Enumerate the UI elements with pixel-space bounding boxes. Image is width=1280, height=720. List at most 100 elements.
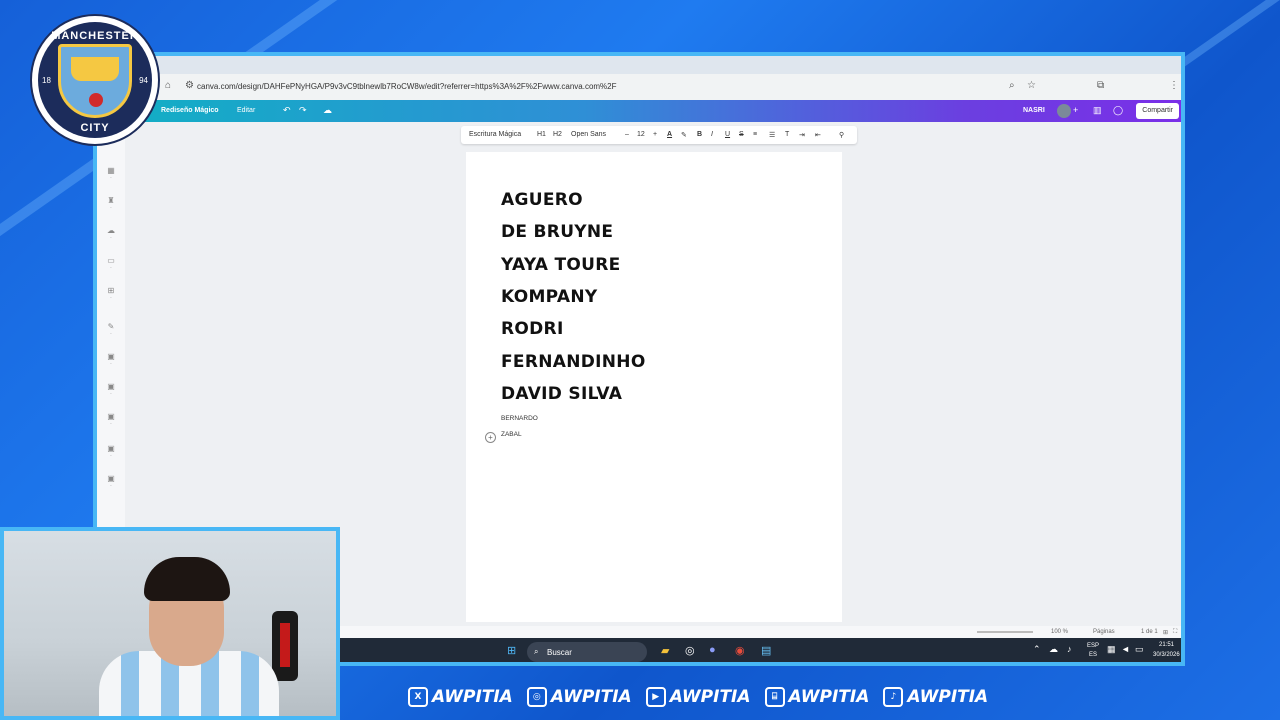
- doc-line[interactable]: FERNANDINHO: [501, 352, 646, 372]
- menu-icon[interactable]: ⋮: [1169, 80, 1179, 91]
- x-icon: X: [408, 687, 428, 707]
- doc-line[interactable]: KOMPANY: [501, 287, 597, 307]
- strikethrough-icon[interactable]: S: [739, 131, 744, 138]
- manchester-city-badge-logo: MANCHESTER 18 94 CITY: [30, 14, 160, 146]
- microphone-light: [280, 623, 290, 667]
- taskbar-search[interactable]: ⌕ Buscar: [527, 642, 647, 662]
- document-page[interactable]: AGUERO DE BRUYNE YAYA TOURE KOMPANY RODR…: [466, 152, 842, 622]
- doc-small-line[interactable]: ZABAL: [501, 431, 522, 438]
- twitch-icon: ⌸: [764, 687, 785, 707]
- language-indicator[interactable]: ESP: [1087, 643, 1099, 649]
- outdent-icon[interactable]: ⇤: [815, 131, 821, 139]
- doc-line[interactable]: YAYA TOURE: [501, 255, 621, 275]
- badge-shield: [58, 44, 132, 118]
- bold-icon[interactable]: B: [697, 131, 702, 138]
- instagram-icon: ◎: [526, 687, 547, 707]
- add-block-icon[interactable]: +: [485, 432, 496, 443]
- zoom-slider[interactable]: [977, 631, 1033, 633]
- redo-icon[interactable]: ↷: [299, 105, 307, 116]
- cloud-save-icon[interactable]: ☁: [323, 105, 332, 116]
- chrome-icon[interactable]: ◉: [735, 644, 745, 657]
- sidebar-item-brand[interactable]: ♜ ·: [97, 196, 125, 211]
- sidebar-item-app-4[interactable]: ▣ ·: [97, 444, 125, 459]
- sidebar-item-app-2[interactable]: ▣ ·: [97, 382, 125, 397]
- search-icon: ⌕: [534, 647, 539, 656]
- discord-icon[interactable]: ●: [709, 644, 716, 656]
- onedrive-icon[interactable]: ☁: [1049, 644, 1058, 655]
- home-icon[interactable]: ⌂: [165, 80, 171, 91]
- search-label: Buscar: [547, 648, 572, 657]
- user-name: NASRI: [1023, 107, 1045, 114]
- social-handle: AWPITIA: [669, 687, 751, 707]
- sidebar-item-media[interactable]: ✎ ·: [97, 322, 125, 337]
- youtube-icon: ▶: [645, 687, 666, 707]
- battery-icon[interactable]: ▭: [1135, 644, 1144, 655]
- site-info-icon[interactable]: ⚙: [185, 80, 194, 91]
- heading2-button[interactable]: H2: [553, 131, 562, 138]
- sidebar-item-uploads[interactable]: ☁ ·: [97, 226, 125, 241]
- sidebar-item-elements[interactable]: ▦ ·: [97, 166, 125, 181]
- italic-icon[interactable]: I: [711, 131, 713, 138]
- text-format-toolbar: Escritura Mágica H1 H2 Open Sans – 12 + …: [461, 126, 857, 144]
- fullscreen-icon[interactable]: ⛶: [1173, 629, 1177, 636]
- heading1-button[interactable]: H1: [537, 131, 546, 138]
- volume-icon[interactable]: ◄: [1121, 644, 1130, 654]
- underline-icon[interactable]: U: [725, 131, 730, 138]
- avatar[interactable]: [1057, 104, 1071, 118]
- pages-button[interactable]: Páginas: [1093, 629, 1115, 635]
- url-text[interactable]: canva.com/design/DAHFePNyHGA/P9v3vC9tbln…: [197, 82, 617, 91]
- tray-chevron-icon[interactable]: ⌃: [1033, 644, 1041, 655]
- zoom-icon[interactable]: ⌕: [1009, 80, 1015, 91]
- doc-line[interactable]: DAVID SILVA: [501, 384, 622, 404]
- font-size-decrease[interactable]: –: [625, 131, 629, 138]
- font-select[interactable]: Open Sans: [571, 131, 606, 138]
- clock-time[interactable]: 21:51: [1159, 642, 1174, 648]
- doc-line[interactable]: AGUERO: [501, 190, 583, 210]
- social-handle: AWPITIA: [550, 687, 632, 707]
- file-explorer-icon[interactable]: ▰: [661, 644, 669, 657]
- notepad-icon[interactable]: ▤: [761, 644, 771, 657]
- mic-icon[interactable]: ♪: [1067, 644, 1072, 654]
- font-size-increase[interactable]: +: [653, 131, 657, 138]
- highlight-icon[interactable]: ✎: [681, 131, 687, 139]
- share-button[interactable]: Compartir: [1136, 103, 1179, 119]
- text-color-icon[interactable]: A: [667, 131, 672, 138]
- clock-date[interactable]: 30/3/2026: [1153, 652, 1180, 658]
- indent-icon[interactable]: ⇥: [799, 131, 805, 139]
- doc-line[interactable]: RODRI: [501, 319, 564, 339]
- add-user-icon[interactable]: +: [1073, 105, 1078, 115]
- webcam-overlay: [0, 527, 340, 720]
- list-icon[interactable]: ☰: [769, 131, 775, 139]
- region-indicator: ES: [1089, 652, 1098, 658]
- windows-start-icon[interactable]: ⊞: [507, 644, 516, 657]
- address-bar[interactable]: ⌂ ⚙ canva.com/design/DAHFePNyHGA/P9v3vC9…: [97, 74, 1181, 100]
- social-handle: AWPITIA: [432, 687, 513, 707]
- align-icon[interactable]: ≡: [753, 131, 757, 138]
- stats-icon[interactable]: ▥: [1093, 105, 1102, 116]
- sidebar-item-app-5[interactable]: ▣ ·: [97, 474, 125, 489]
- sidebar-item-app-3[interactable]: ▣ ·: [97, 412, 125, 427]
- format-painter-icon[interactable]: ⚲: [839, 131, 844, 139]
- undo-icon[interactable]: ↶: [283, 105, 291, 116]
- extensions-icon[interactable]: ⧉: [1097, 80, 1104, 91]
- network-icon[interactable]: ▦: [1107, 644, 1116, 655]
- streamer-hair: [144, 557, 230, 601]
- doc-line[interactable]: DE BRUYNE: [501, 222, 613, 242]
- app-icon[interactable]: ◎: [685, 644, 695, 657]
- sidebar-item-apps[interactable]: ⊞ ·: [97, 286, 125, 301]
- browser-tab-bar[interactable]: [97, 56, 1181, 74]
- sidebar-item-projects[interactable]: ▭ ·: [97, 256, 125, 271]
- sidebar-item-app-1[interactable]: ▣ ·: [97, 352, 125, 367]
- magic-redesign-button[interactable]: Rediseño Mágico: [161, 107, 219, 114]
- text-size-icon[interactable]: T: [785, 131, 789, 138]
- comment-icon[interactable]: ◯: [1113, 105, 1123, 116]
- zoom-level[interactable]: 100 %: [1051, 629, 1068, 635]
- font-size-value[interactable]: 12: [637, 131, 645, 138]
- doc-small-line[interactable]: BERNARDO: [501, 415, 538, 422]
- magic-write-button[interactable]: Escritura Mágica: [469, 131, 521, 138]
- social-youtube: ▶ AWPITIA: [645, 684, 751, 710]
- grid-view-icon[interactable]: ⊞: [1163, 629, 1168, 636]
- edit-button[interactable]: Editar: [237, 107, 255, 114]
- social-tiktok: ♪ AWPITIA: [883, 684, 988, 710]
- star-icon[interactable]: ☆: [1027, 80, 1036, 91]
